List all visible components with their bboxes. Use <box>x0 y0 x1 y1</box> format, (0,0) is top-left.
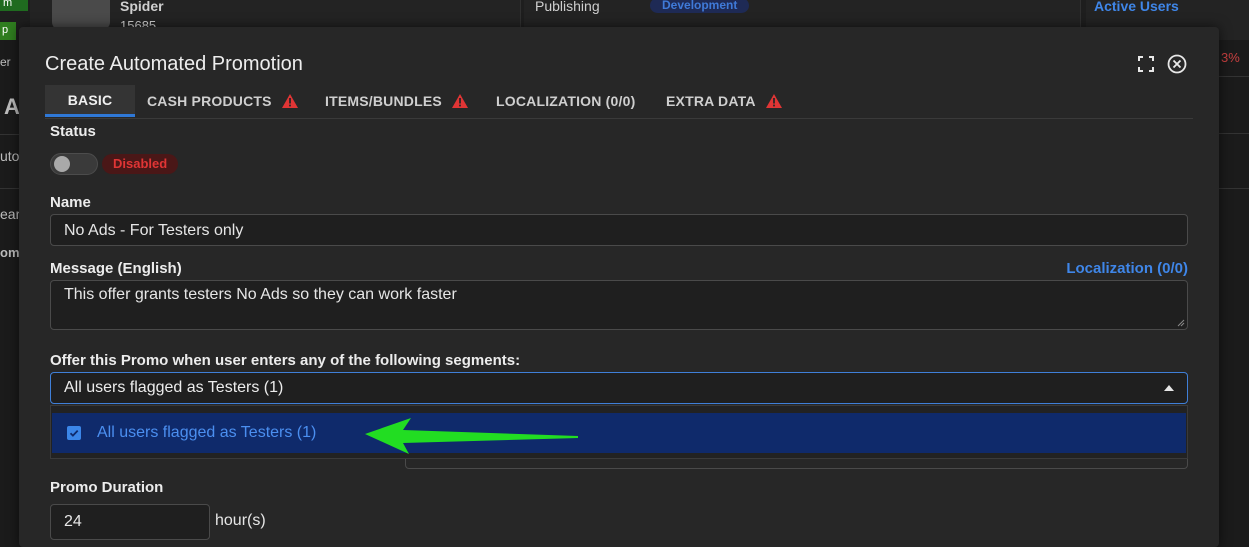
background-divider <box>1219 188 1249 189</box>
fullscreen-button[interactable] <box>1135 53 1157 75</box>
tab-label: ITEMS/BUNDLES <box>325 93 442 109</box>
background-publishing-label: Publishing <box>535 0 600 14</box>
background-divider <box>0 188 20 189</box>
tab-label: LOCALIZATION (0/0) <box>496 93 636 109</box>
tab-basic[interactable]: BASIC <box>45 85 135 117</box>
close-button[interactable] <box>1166 53 1188 75</box>
check-icon <box>69 429 79 437</box>
tab-label: BASIC <box>67 91 113 108</box>
resize-handle-icon[interactable] <box>1177 319 1185 327</box>
background-avatar <box>52 0 110 30</box>
duration-input-value: 24 <box>64 513 82 530</box>
background-env-badge: Development <box>650 0 750 13</box>
fullscreen-icon <box>1138 56 1154 72</box>
tab-cash-products[interactable]: CASH PRODUCTS <box>147 85 299 117</box>
tab-label: EXTRA DATA <box>666 93 756 109</box>
caret-up-icon <box>1164 385 1174 391</box>
background-side-text: er <box>0 55 11 69</box>
name-input[interactable]: No Ads - For Testers only <box>50 214 1188 246</box>
close-icon <box>1167 54 1187 74</box>
segments-label: Offer this Promo when user enters any of… <box>50 352 521 369</box>
tab-items-bundles[interactable]: ITEMS/BUNDLES <box>325 85 469 117</box>
tab-bar: BASIC CASH PRODUCTS ITEMS/BUNDLES LOCALI… <box>45 85 1193 119</box>
duration-unit-label: hour(s) <box>215 512 266 529</box>
warning-icon <box>281 94 298 108</box>
localization-link[interactable]: Localization (0/0) <box>1066 260 1188 277</box>
segments-select[interactable]: All users flagged as Testers (1) <box>50 372 1188 404</box>
name-input-value: No Ads - For Testers only <box>64 222 244 239</box>
background-active-users-label: Active Users <box>1094 0 1179 14</box>
background-side-text: uto <box>0 148 20 164</box>
status-toggle[interactable] <box>50 153 98 175</box>
toggle-knob <box>54 156 70 172</box>
background-side-text: ear <box>0 206 20 222</box>
background-side-text: omo <box>0 245 20 260</box>
background-side-text: m <box>3 0 13 9</box>
annotation-arrow-icon <box>365 418 578 454</box>
background-percent-text: 3% <box>1221 50 1240 65</box>
modal-title: Create Automated Promotion <box>45 53 303 75</box>
name-label: Name <box>50 194 91 211</box>
background-divider <box>0 134 20 135</box>
checkbox-checked[interactable] <box>67 426 81 440</box>
duration-input[interactable]: 24 <box>50 504 210 540</box>
warning-icon <box>765 94 782 108</box>
tab-localization[interactable]: LOCALIZATION (0/0) <box>496 85 635 117</box>
background-divider <box>1219 76 1249 77</box>
status-label: Status <box>50 123 96 140</box>
segments-dropdown: All users flagged as Testers (1) <box>50 405 1188 459</box>
segment-option-label: All users flagged as Testers (1) <box>97 424 317 441</box>
segments-select-value: All users flagged as Testers (1) <box>64 379 284 396</box>
status-badge: Disabled <box>102 154 179 174</box>
duration-label: Promo Duration <box>50 479 164 496</box>
message-label: Message (English) <box>50 260 182 277</box>
warning-icon <box>451 94 468 108</box>
segment-option[interactable]: All users flagged as Testers (1) <box>52 413 1186 453</box>
message-textarea-value: This offer grants testers No Ads so they… <box>64 286 457 303</box>
background-divider <box>1219 133 1249 134</box>
create-promotion-modal: Create Automated Promotion BASIC CASH PR… <box>19 27 1219 547</box>
message-textarea[interactable]: This offer grants testers No Ads so they… <box>50 280 1188 330</box>
background-card-name: Spider <box>120 0 164 14</box>
tab-extra-data[interactable]: EXTRA DATA <box>666 85 783 117</box>
tab-label: CASH PRODUCTS <box>147 93 272 109</box>
